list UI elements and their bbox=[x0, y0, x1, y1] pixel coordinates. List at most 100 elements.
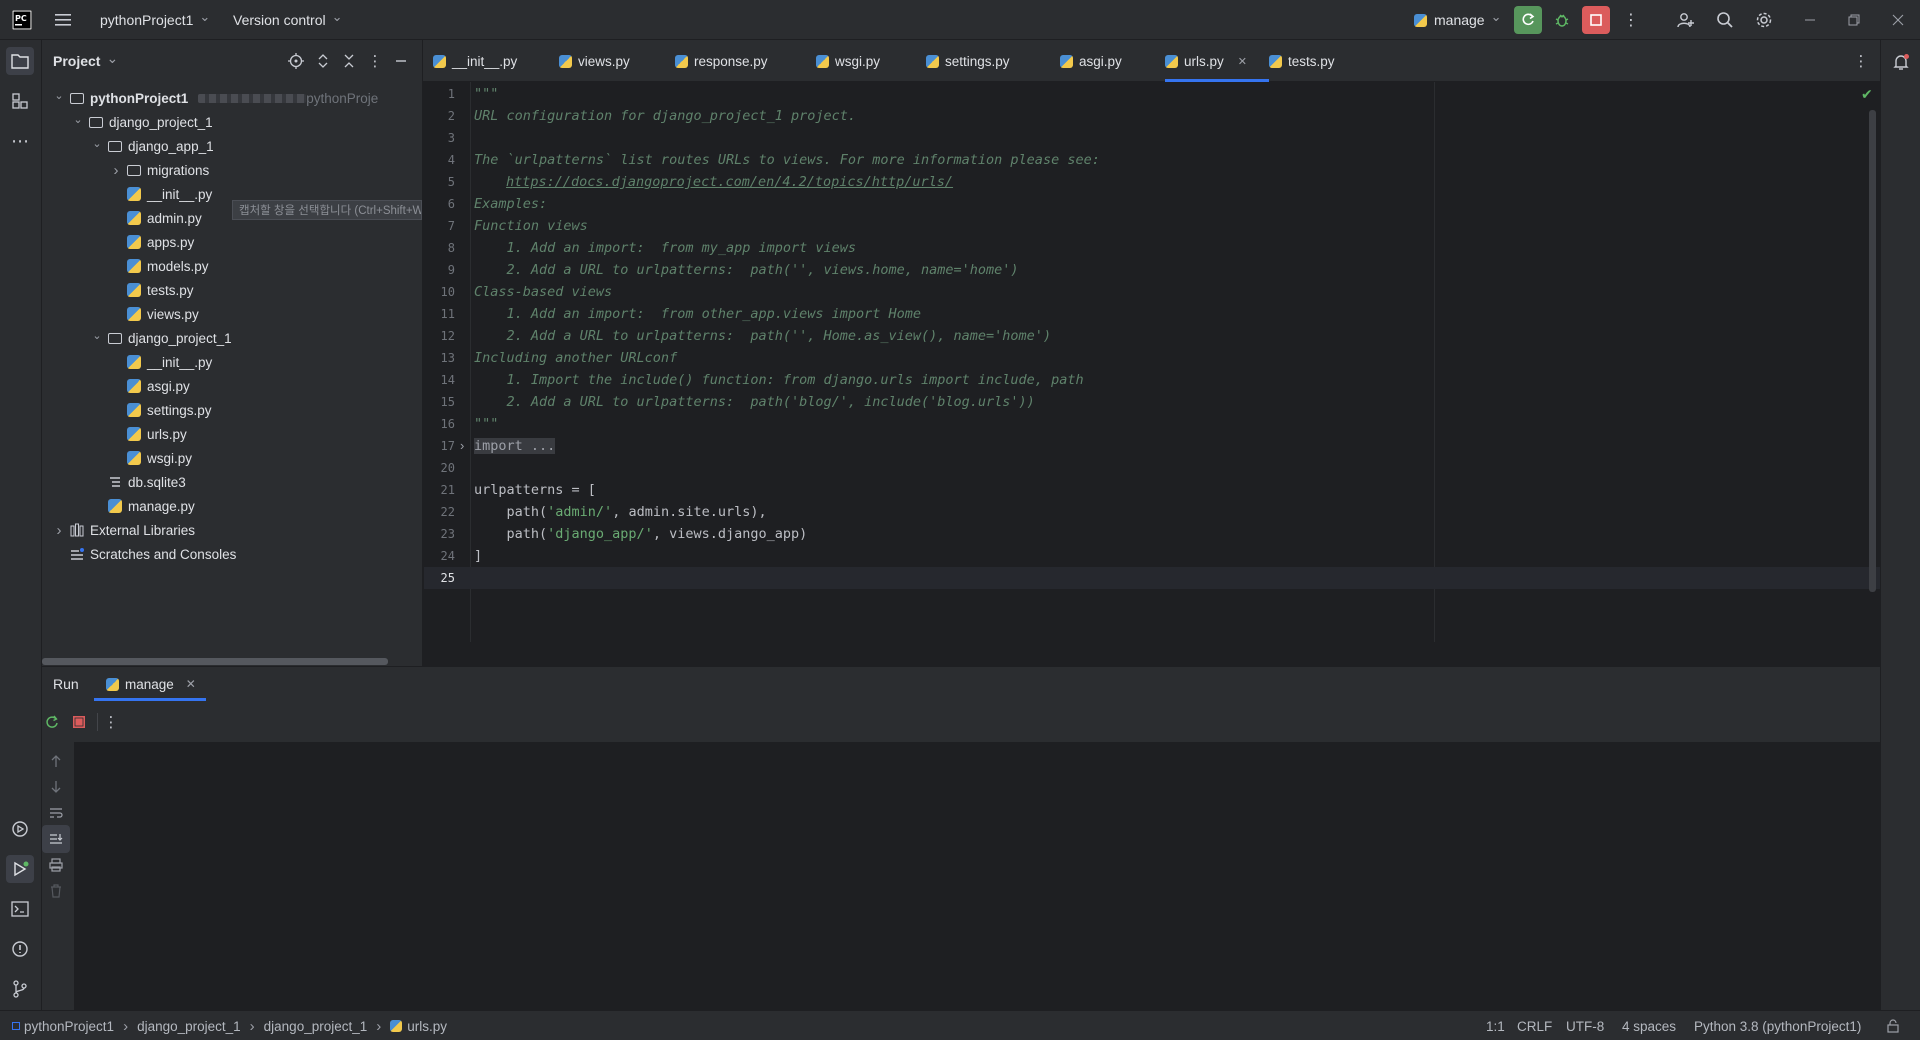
project-tool-icon[interactable] bbox=[6, 47, 34, 75]
tree-item[interactable]: settings.py bbox=[42, 398, 423, 422]
tree-item[interactable]: views.py bbox=[42, 302, 423, 326]
caret-position[interactable]: 1:1 bbox=[1486, 1011, 1505, 1040]
editor-tab[interactable]: asgi.py bbox=[1060, 40, 1160, 82]
interpreter-selector[interactable]: Python 3.8 (pythonProject1) bbox=[1694, 1011, 1861, 1040]
python-file-icon bbox=[108, 499, 122, 513]
code-line: 1. Import the include() function: from d… bbox=[474, 369, 1084, 391]
chevron-down-icon[interactable]: ⌄ bbox=[90, 137, 104, 150]
tree-item[interactable]: ⌄ django_app_1 bbox=[42, 134, 423, 158]
indent-setting[interactable]: 4 spaces bbox=[1622, 1011, 1676, 1040]
chevron-right-icon[interactable]: › bbox=[52, 522, 66, 539]
python-file-icon bbox=[127, 235, 141, 249]
stop-button[interactable] bbox=[1582, 6, 1610, 34]
docs-link[interactable]: https://docs.djangoproject.com/en/4.2/to… bbox=[474, 174, 953, 190]
file-encoding[interactable]: UTF-8 bbox=[1566, 1011, 1604, 1040]
editor-tab[interactable]: response.py bbox=[675, 40, 810, 82]
problems-tool-icon[interactable] bbox=[6, 935, 34, 963]
rerun-button[interactable] bbox=[1514, 6, 1542, 34]
tree-item[interactable]: wsgi.py bbox=[42, 446, 423, 470]
tree-item[interactable]: ⌄ django_project_1 bbox=[42, 326, 423, 350]
close-tab-icon[interactable]: ✕ bbox=[1238, 55, 1247, 68]
more-actions-icon[interactable]: ⋮ bbox=[1617, 6, 1645, 34]
project-options-icon[interactable]: ⋮ bbox=[361, 47, 389, 75]
tree-item[interactable]: › External Libraries bbox=[42, 518, 423, 542]
notifications-bell-icon[interactable] bbox=[1887, 48, 1915, 76]
tree-item[interactable]: manage.py bbox=[42, 494, 423, 518]
tree-item[interactable]: ⌄ django_project_1 bbox=[42, 110, 423, 134]
editor-vertical-scrollbar[interactable] bbox=[1869, 110, 1876, 592]
tree-item[interactable]: asgi.py bbox=[42, 374, 423, 398]
settings-gear-icon[interactable] bbox=[1750, 6, 1778, 34]
run-tool-icon[interactable] bbox=[6, 855, 34, 883]
terminal-tool-icon[interactable] bbox=[6, 895, 34, 923]
version-control-menu[interactable]: Version control bbox=[233, 0, 343, 40]
code-line: import ... bbox=[474, 435, 556, 457]
services-tool-icon[interactable] bbox=[6, 815, 34, 843]
editor-tab[interactable]: __init__.py bbox=[433, 40, 553, 82]
horizontal-scrollbar[interactable] bbox=[42, 658, 388, 665]
chevron-down-icon[interactable]: ⌄ bbox=[90, 329, 104, 342]
tree-item[interactable]: models.py bbox=[42, 254, 423, 278]
tree-item[interactable]: ⌄ pythonProject1 pythonProje bbox=[42, 86, 423, 110]
breadcrumb-item[interactable]: pythonProject1 bbox=[24, 1019, 114, 1034]
restore-icon[interactable] bbox=[1840, 6, 1868, 34]
locate-file-icon[interactable] bbox=[282, 47, 310, 75]
breadcrumb-item[interactable]: django_project_1 bbox=[264, 1019, 368, 1034]
close-window-icon[interactable] bbox=[1884, 6, 1912, 34]
main-menu-icon[interactable] bbox=[50, 6, 78, 34]
search-icon[interactable] bbox=[1711, 6, 1739, 34]
stop-icon[interactable] bbox=[65, 708, 93, 736]
tree-item[interactable]: urls.py bbox=[42, 422, 423, 446]
editor-tab[interactable]: urls.py ✕ bbox=[1165, 40, 1269, 82]
tab-options-icon[interactable]: ⋮ bbox=[1847, 47, 1875, 75]
project-panel-title[interactable]: Project ⌄ bbox=[53, 40, 118, 82]
code-with-me-icon[interactable] bbox=[1672, 6, 1700, 34]
scroll-down-icon[interactable] bbox=[42, 773, 70, 801]
minimize-icon[interactable] bbox=[1796, 6, 1824, 34]
tree-item[interactable]: __init__.py bbox=[42, 350, 423, 374]
rerun-icon[interactable] bbox=[38, 708, 66, 736]
tree-item[interactable]: tests.py bbox=[42, 278, 423, 302]
chevron-down-icon[interactable]: ⌄ bbox=[52, 89, 66, 102]
editor-tab[interactable]: settings.py bbox=[926, 40, 1052, 82]
editor-tab[interactable]: views.py bbox=[559, 40, 669, 82]
clear-trash-icon[interactable] bbox=[42, 877, 70, 905]
collapse-all-icon[interactable] bbox=[335, 47, 363, 75]
soft-wrap-icon[interactable] bbox=[42, 799, 70, 827]
scroll-to-end-icon[interactable] bbox=[42, 825, 70, 853]
run-tab-manage[interactable]: manage ✕ bbox=[94, 667, 206, 701]
pycharm-logo-icon[interactable]: PC bbox=[8, 6, 36, 34]
chevron-right-icon[interactable]: › bbox=[109, 162, 123, 179]
tree-item[interactable]: › migrations bbox=[42, 158, 423, 182]
console-output[interactable] bbox=[74, 742, 1880, 1010]
python-file-icon bbox=[675, 54, 688, 68]
tree-item[interactable]: Scratches and Consoles bbox=[42, 542, 423, 566]
run-options-icon[interactable]: ⋮ bbox=[97, 708, 125, 736]
breadcrumb-item[interactable]: urls.py bbox=[407, 1019, 447, 1034]
folded-imports[interactable]: import ... bbox=[474, 438, 556, 454]
close-tab-icon[interactable]: ✕ bbox=[186, 677, 196, 691]
structure-tool-icon[interactable] bbox=[6, 87, 34, 115]
line-number: 6 bbox=[447, 197, 455, 211]
scroll-up-icon[interactable] bbox=[42, 747, 70, 775]
tree-item[interactable]: apps.py bbox=[42, 230, 423, 254]
debug-icon[interactable] bbox=[1548, 6, 1576, 34]
title-bar: PC pythonProject1 Version control manage… bbox=[0, 0, 1920, 40]
chevron-down-icon[interactable]: ⌄ bbox=[71, 113, 85, 126]
hide-panel-icon[interactable] bbox=[387, 47, 415, 75]
project-switcher[interactable]: pythonProject1 bbox=[100, 0, 210, 40]
run-config-selector[interactable]: manage bbox=[1414, 0, 1502, 40]
more-tool-windows-icon[interactable]: ⋯ bbox=[6, 127, 34, 155]
line-number: 1 bbox=[447, 87, 455, 101]
editor-tab[interactable]: wsgi.py bbox=[816, 40, 921, 82]
lock-icon[interactable] bbox=[1886, 1011, 1900, 1040]
print-icon[interactable] bbox=[42, 851, 70, 879]
git-tool-icon[interactable] bbox=[6, 975, 34, 1003]
line-separator[interactable]: CRLF bbox=[1517, 1011, 1552, 1040]
redacted-path bbox=[198, 93, 307, 103]
editor-tab[interactable]: tests.py bbox=[1269, 40, 1359, 82]
tree-item[interactable]: db.sqlite3 bbox=[42, 470, 423, 494]
fold-expand-icon[interactable]: › bbox=[460, 435, 464, 457]
expand-all-icon[interactable] bbox=[309, 47, 337, 75]
breadcrumb-item[interactable]: django_project_1 bbox=[137, 1019, 241, 1034]
